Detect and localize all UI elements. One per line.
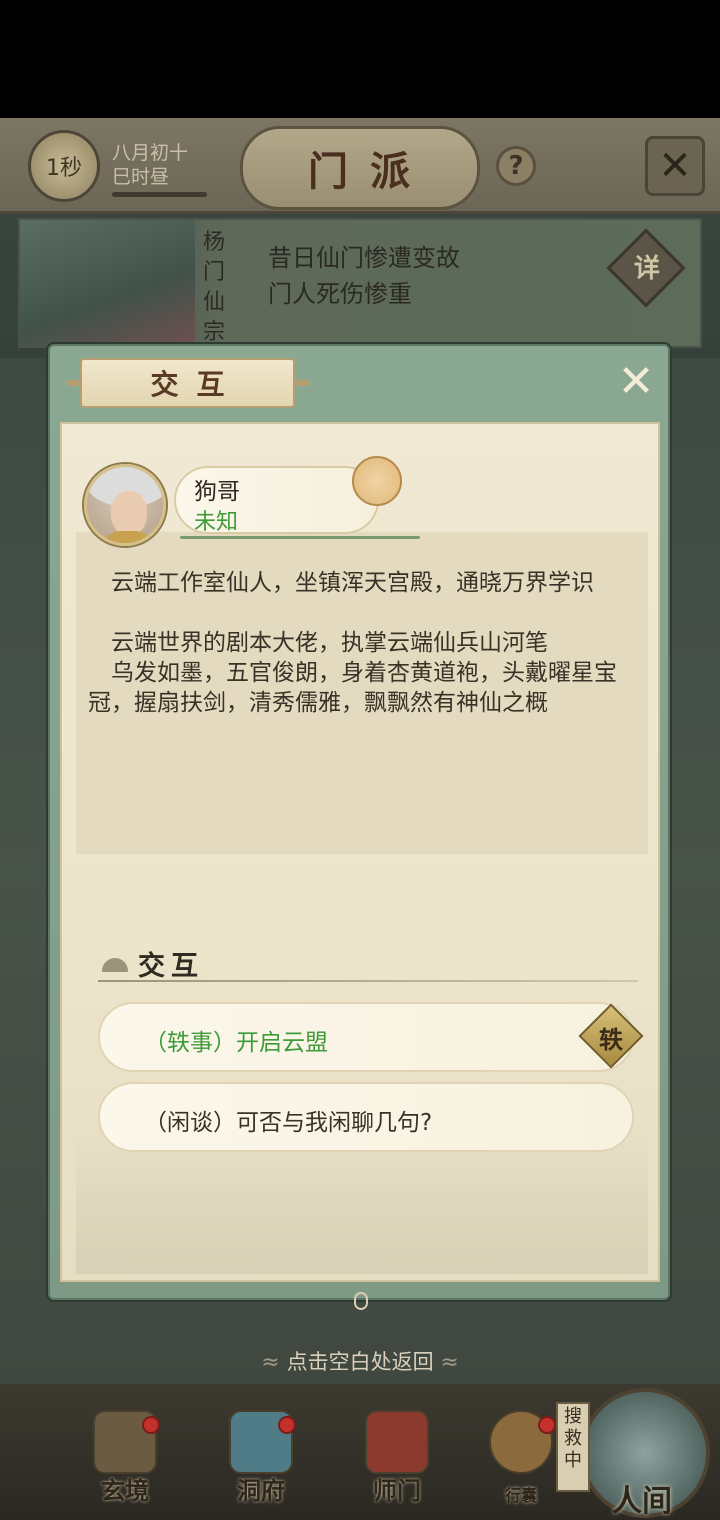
scroll-hook-icon <box>354 1292 368 1310</box>
npc-description: 云端工作室仙人，坐镇浑天宫殿，通晓万界学识 云端世界的剧本大佬，执掌云端仙兵山河… <box>76 532 648 854</box>
close-icon[interactable]: ✕ <box>612 358 660 406</box>
notification-dot <box>142 1416 160 1434</box>
date-text: 八月初十 <box>112 142 189 164</box>
section-title: 交互 <box>138 951 204 982</box>
name-underline <box>180 536 420 539</box>
nav-item-shimen[interactable]: 师门 <box>342 1402 452 1512</box>
tab-ornament <box>294 380 310 386</box>
option-chat-button[interactable]: （闲谈）可否与我闲聊几句? <box>98 1082 634 1152</box>
section-divider <box>98 980 638 982</box>
tap-to-return-hint[interactable]: ≈ 点击空白处返回 ≈ <box>0 1346 720 1376</box>
banner-icon <box>365 1410 429 1474</box>
hint-text: 点击空白处返回 <box>286 1350 434 1374</box>
option-label: （闲谈）可否与我闲聊几句? <box>144 1110 433 1136</box>
close-page-button[interactable]: ✕ <box>645 136 705 196</box>
day-progress-bar <box>112 192 207 197</box>
cloud-icon <box>102 958 128 972</box>
anecdote-badge-label: 轶 <box>599 1025 623 1054</box>
notification-dot <box>538 1416 556 1434</box>
npc-avatar <box>84 464 166 546</box>
npc-status: 未知 <box>194 510 239 535</box>
nav-label: 洞府 <box>237 1476 285 1505</box>
interaction-dialog: 交互 ✕ 云端工作室仙人，坐镇浑天宫殿，通晓万界学识 云端世界的剧本大佬，执掌云… <box>48 344 670 1310</box>
sect-banner: 杨门仙宗 昔日仙门惨遭变故 门人死伤惨重 详 <box>18 218 702 348</box>
nav-label: 玄境 <box>101 1476 149 1505</box>
dialog-content: 云端工作室仙人，坐镇浑天宫殿，通晓万界学识 云端世界的剧本大佬，执掌云端仙兵山河… <box>60 422 660 1282</box>
npc-name: 狗哥 <box>194 479 240 505</box>
sect-description-line: 门人死伤惨重 <box>268 280 412 308</box>
world-label: 人间 <box>612 1484 672 1519</box>
avatar-face <box>111 491 147 535</box>
time-of-day-text: 巳时昼 <box>112 166 170 188</box>
fan-icon <box>352 456 402 506</box>
nav-item-xuanjing[interactable]: 玄境 <box>70 1402 180 1512</box>
nav-item-dongfu[interactable]: 洞府 <box>206 1402 316 1512</box>
description-paragraph: 乌发如墨，五官俊朗，身着杏黄道袍，头戴曜星宝冠，握扇扶剑，清秀儒雅，飘飘然有神仙… <box>88 660 617 716</box>
nav-label: 师门 <box>373 1476 421 1505</box>
sect-description-line: 昔日仙门惨遭变故 <box>268 244 460 272</box>
sect-illustration <box>20 220 195 346</box>
bottom-nav: 玄境 洞府 师门 行囊 搜救中 人间 <box>0 1384 720 1520</box>
help-button[interactable]: ? <box>496 146 536 186</box>
detail-button-label: 详 <box>633 254 660 284</box>
notification-dot <box>278 1416 296 1434</box>
option-anecdote-button[interactable]: （轶事）开启云盟 轶 <box>98 1002 644 1072</box>
search-rescue-badge[interactable]: 搜救中 <box>556 1402 590 1492</box>
page-title: 门派 <box>240 126 480 210</box>
scroll-ornament-icon: ≈ <box>261 1350 287 1375</box>
top-bar: 1秒 八月初十 巳时昼 门派 ? ✕ <box>0 118 720 214</box>
dialog-title: 交互 <box>80 358 295 408</box>
option-label: （轶事）开启云盟 <box>144 1030 328 1056</box>
description-paragraph: 云端工作室仙人，坐镇浑天宫殿，通晓万界学识 <box>111 570 594 596</box>
scroll-ornament-icon: ≈ <box>440 1350 459 1375</box>
time-badge[interactable]: 1秒 <box>28 130 100 202</box>
sect-name: 杨门仙宗 <box>202 230 225 345</box>
description-paragraph: 云端世界的剧本大佬，执掌云端仙兵山河笔 <box>111 630 548 656</box>
